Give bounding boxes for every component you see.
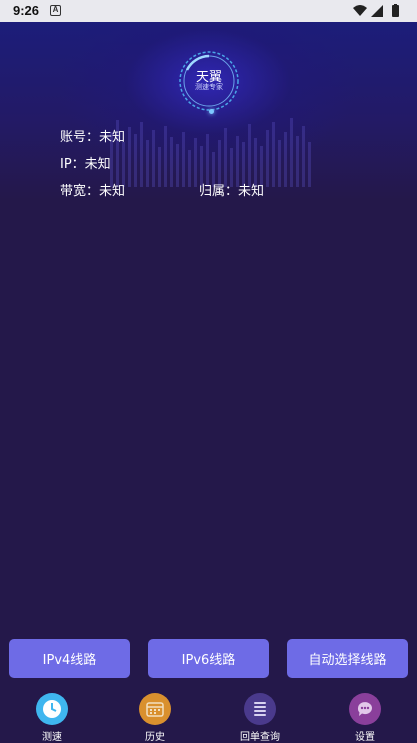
chat-icon	[349, 693, 381, 725]
ipv4-route-button[interactable]: IPv4线路	[9, 639, 130, 678]
nav-item-history[interactable]: 历史	[115, 688, 195, 743]
ipv6-route-button[interactable]: IPv6线路	[148, 639, 269, 678]
nav-label-history: 历史	[145, 732, 165, 743]
indicator-dot	[209, 109, 214, 114]
clock-icon	[36, 693, 68, 725]
location-info: 归属：未知	[199, 184, 265, 199]
nav-label-speed-test: 测速	[42, 732, 62, 743]
status-bar: 9:26 A	[0, 0, 417, 22]
auto-route-button[interactable]: 自动选择线路	[287, 639, 408, 678]
nav-label-settings: 设置	[355, 732, 375, 743]
battery-icon	[392, 5, 399, 17]
nav-label-receipt-query: 回单查询	[240, 732, 280, 743]
nav-item-speed-test[interactable]: 测速	[12, 688, 92, 743]
account-info: 账号：未知	[60, 130, 126, 145]
nav-item-receipt-query[interactable]: 回单查询	[220, 688, 300, 743]
notification-icon: A	[50, 5, 61, 16]
bandwidth-info: 带宽：未知	[60, 184, 126, 199]
calendar-icon	[139, 693, 171, 725]
nav-item-settings[interactable]: 设置	[325, 688, 405, 743]
wifi-icon	[353, 5, 367, 16]
logo-subtitle: 测速专家	[195, 83, 223, 91]
bottom-nav: 测速 历史 回单查询 设置	[0, 688, 417, 743]
status-time: 9:26	[13, 3, 40, 18]
list-icon	[244, 693, 276, 725]
ip-info: IP：未知	[60, 157, 111, 172]
signal-icon	[371, 5, 383, 17]
status-icons	[353, 4, 399, 17]
hero-banner: 天翼 测速专家	[0, 22, 417, 200]
